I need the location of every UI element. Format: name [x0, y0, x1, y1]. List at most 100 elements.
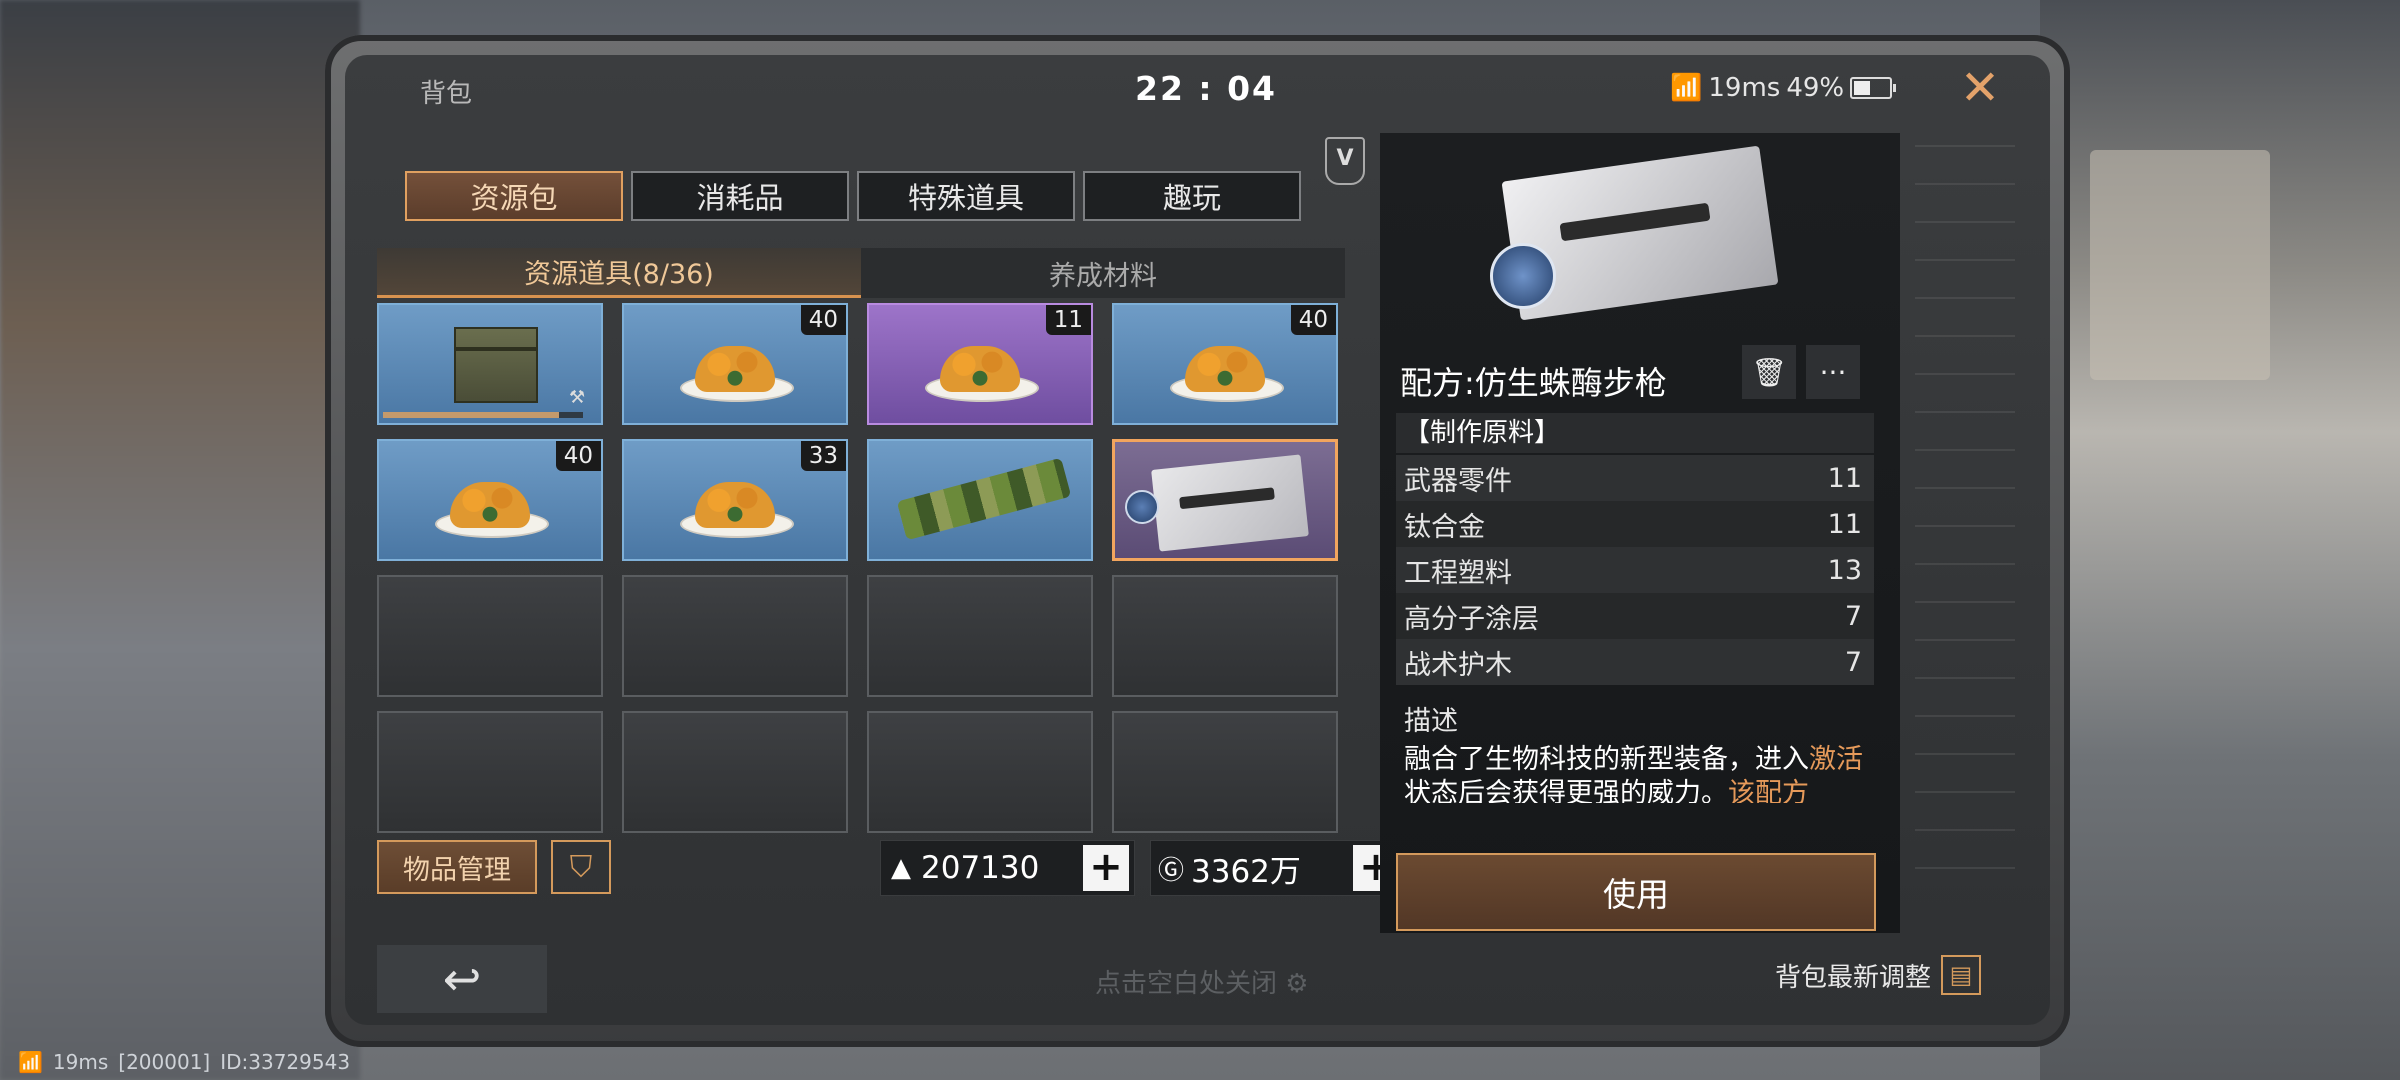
- inventory-slot-food[interactable]: 40: [377, 439, 603, 561]
- material-row: 工程塑料 13: [1396, 547, 1874, 593]
- desc-text-2: 状态后会获得更强的威力。: [1404, 778, 1728, 803]
- close-hint-text: 点击空白处关闭: [1095, 969, 1278, 999]
- empty-slot[interactable]: [377, 711, 603, 833]
- latest-adjustment-label: 背包最新调整: [1775, 962, 1932, 993]
- blueprint-image: [1490, 145, 1790, 323]
- material-name: 钛合金: [1404, 511, 1485, 543]
- inventory-grid: ⚒ 40 11 40 40 33: [377, 303, 1345, 833]
- inventory-slot-food[interactable]: 40: [622, 303, 848, 425]
- wifi-icon: 📶: [1670, 73, 1703, 103]
- materials-heading: 【制作原料】: [1396, 413, 1874, 453]
- wifi-icon: 📶: [18, 1050, 43, 1074]
- item-count: 11: [1045, 305, 1091, 335]
- material-row: 高分子涂层 7: [1396, 593, 1874, 639]
- subtabs: 资源道具(8/36) 养成材料: [377, 248, 1345, 298]
- ping-text: 19ms: [1708, 73, 1781, 103]
- funnel-icon[interactable]: ⛉: [551, 840, 611, 894]
- trash-icon[interactable]: 🗑: [1742, 345, 1796, 399]
- battery-text: 49%: [1786, 73, 1845, 103]
- blueprint-seal-icon: [1490, 243, 1556, 309]
- empty-slot[interactable]: [867, 711, 1093, 833]
- item-count: 33: [800, 441, 846, 471]
- close-hint: 点击空白处关闭 ⚙: [1095, 963, 1309, 1000]
- footer-ping: 19ms: [52, 1050, 109, 1074]
- empty-slot[interactable]: [622, 711, 848, 833]
- currency-gold: ▲ 207130 +: [880, 840, 1135, 896]
- footer-status: 📶 19ms [200001] ID:33729543: [18, 1050, 350, 1074]
- material-row: 钛合金 11: [1396, 501, 1874, 547]
- material-qty: 11: [1827, 462, 1862, 494]
- supply-crate-icon: [454, 327, 538, 403]
- item-title: 配方:仿生蛛酶步枪: [1400, 364, 1667, 402]
- empty-slot[interactable]: [1112, 711, 1338, 833]
- coin-icon: Ⓖ: [1157, 855, 1184, 886]
- decorative-lines: [1915, 145, 2015, 905]
- food-item-icon: [1170, 340, 1284, 403]
- currency-coins: Ⓖ 3362万 +: [1150, 840, 1405, 896]
- background-window: [2090, 150, 2270, 380]
- tab-consumables[interactable]: 消耗品: [631, 171, 849, 221]
- material-name: 高分子涂层: [1404, 603, 1539, 635]
- empty-slot[interactable]: [622, 575, 848, 697]
- backpack-screen: 背包 22 : 04 📶 19ms 49% ✕ V 资源包 消耗品 特殊道具 趣…: [345, 55, 2050, 1025]
- tab-fun[interactable]: 趣玩: [1083, 171, 1301, 221]
- desc-highlight-1: 激活: [1809, 744, 1863, 775]
- clock: 22 : 04: [1135, 69, 1278, 108]
- subtab-resource-items[interactable]: 资源道具(8/36): [377, 248, 861, 298]
- inventory-slot-camo[interactable]: [867, 439, 1093, 561]
- food-item-icon: [925, 340, 1039, 403]
- material-name: 武器零件: [1404, 465, 1512, 497]
- tool-icon: ⚒: [569, 387, 586, 408]
- status-bar: 📶 19ms 49%: [1670, 73, 1897, 103]
- item-count: 40: [555, 441, 601, 471]
- use-button[interactable]: 使用: [1396, 853, 1876, 931]
- close-icon[interactable]: ✕: [1955, 63, 2005, 113]
- empty-slot[interactable]: [867, 575, 1093, 697]
- background-left: [0, 0, 360, 1080]
- battery-icon: [1850, 77, 1897, 99]
- progress-bar: [383, 412, 583, 418]
- tab-special-items[interactable]: 特殊道具: [857, 171, 1075, 221]
- tab-resource-pack[interactable]: 资源包: [405, 171, 623, 221]
- manage-items-button[interactable]: 物品管理: [377, 840, 537, 894]
- material-qty: 11: [1827, 508, 1862, 540]
- inventory-slot-food[interactable]: 11: [867, 303, 1093, 425]
- inventory-slot-food[interactable]: 40: [1112, 303, 1338, 425]
- subtab-upgrade-materials[interactable]: 养成材料: [861, 248, 1345, 298]
- item-detail-panel: 配方:仿生蛛酶步枪 🗑 ··· 【制作原料】 武器零件 11 钛合金 11 工程塑料 13…: [1380, 133, 1900, 933]
- page-title: 背包: [420, 79, 473, 109]
- material-row: 战术护木 7: [1396, 639, 1874, 685]
- empty-slot[interactable]: [1112, 575, 1338, 697]
- material-qty: 7: [1844, 600, 1862, 632]
- add-gold-button[interactable]: +: [1083, 845, 1129, 891]
- description-heading: 描述: [1404, 706, 1458, 737]
- camo-material-icon: [896, 457, 1072, 541]
- item-count: 40: [800, 305, 846, 335]
- empty-slot[interactable]: [377, 575, 603, 697]
- food-item-icon: [680, 476, 794, 539]
- material-row: 武器零件 11: [1396, 455, 1874, 501]
- description-text: 融合了生物科技的新型装备，进入激活状态后会获得更强的威力。该配方: [1404, 743, 1874, 803]
- material-qty: 13: [1827, 554, 1862, 586]
- desc-text-1: 融合了生物科技的新型装备，进入: [1404, 744, 1809, 775]
- footer-id: ID:33729543: [220, 1050, 351, 1074]
- latest-adjustment[interactable]: 背包最新调整 ▤: [1775, 955, 1982, 995]
- food-item-icon: [435, 476, 549, 539]
- material-qty: 7: [1844, 646, 1862, 678]
- footer-server: [200001]: [118, 1050, 211, 1074]
- inventory-slot-food[interactable]: 33: [622, 439, 848, 561]
- gold-value: 207130: [921, 850, 1040, 886]
- gear-icon[interactable]: ⚙: [1285, 969, 1308, 999]
- blueprint-icon: [1151, 454, 1309, 552]
- coin-value: 3362万: [1191, 853, 1301, 890]
- item-count: 40: [1290, 305, 1336, 335]
- blueprint-seal-icon: [1125, 490, 1159, 524]
- inventory-slot-crate[interactable]: ⚒: [377, 303, 603, 425]
- vip-badge-icon[interactable]: V: [1325, 137, 1365, 185]
- more-options-icon[interactable]: ···: [1806, 345, 1860, 399]
- back-arrow-icon[interactable]: ↩: [377, 945, 547, 1013]
- category-tabs: 资源包 消耗品 特殊道具 趣玩: [405, 171, 1301, 221]
- food-item-icon: [680, 340, 794, 403]
- inventory-slot-blueprint[interactable]: [1112, 439, 1338, 561]
- material-name: 战术护木: [1404, 649, 1512, 681]
